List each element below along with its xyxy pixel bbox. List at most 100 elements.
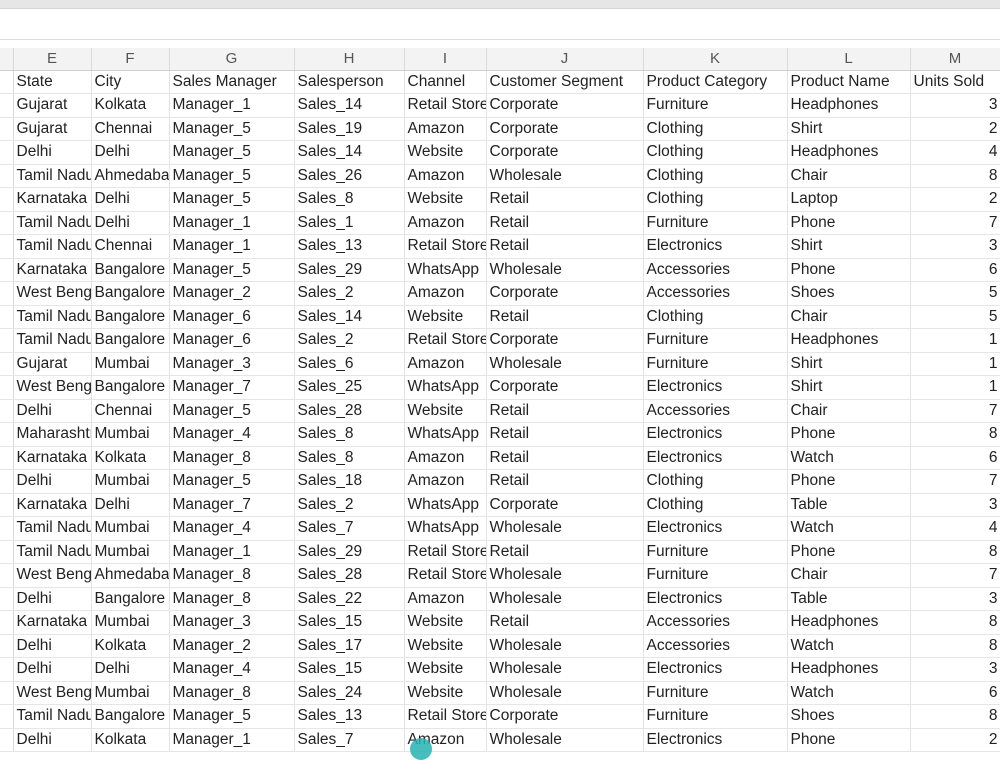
cell[interactable]: Sales_15 (294, 657, 405, 682)
cell[interactable]: Clothing (643, 305, 788, 329)
cell[interactable]: Bangalore (91, 375, 170, 400)
cell[interactable]: Electronics (643, 516, 788, 541)
cell[interactable]: Manager_3 (169, 352, 295, 376)
cell[interactable]: Manager_8 (169, 587, 295, 611)
cell[interactable]: 5 (910, 305, 1000, 329)
cell[interactable]: Mumbai (91, 352, 170, 376)
cell[interactable]: 8 (910, 704, 1000, 729)
cell[interactable]: Sales_28 (294, 399, 405, 423)
cell[interactable]: Karnataka (13, 258, 92, 282)
cell[interactable]: Sales_29 (294, 258, 405, 282)
cell[interactable]: Sales_14 (294, 305, 405, 329)
cell[interactable]: Gujarat (13, 117, 92, 141)
cell[interactable]: 1 (910, 352, 1000, 376)
cell[interactable]: Gujarat (13, 352, 92, 376)
cell[interactable]: Headphones (787, 328, 911, 353)
cell[interactable]: Wholesale (486, 516, 644, 541)
cell[interactable]: Delhi (91, 657, 170, 682)
cell[interactable]: Kolkata (91, 634, 170, 658)
cell[interactable]: Watch (787, 681, 911, 705)
cell[interactable]: Accessories (643, 281, 788, 306)
cell[interactable]: Phone (787, 211, 911, 235)
header-cell[interactable]: Sales Manager (169, 70, 295, 94)
cell[interactable]: Retail (486, 540, 644, 564)
cell[interactable]: Manager_5 (169, 187, 295, 212)
cell[interactable]: Wholesale (486, 728, 644, 752)
cell[interactable]: Furniture (643, 540, 788, 564)
cell[interactable]: Furniture (643, 681, 788, 705)
cell[interactable]: Sales_6 (294, 352, 405, 376)
cell[interactable]: Retail Store (404, 328, 487, 353)
cell[interactable]: Wholesale (486, 634, 644, 658)
cell[interactable]: 1 (910, 328, 1000, 353)
cell[interactable]: Furniture (643, 704, 788, 729)
cell[interactable]: Manager_8 (169, 446, 295, 470)
cell[interactable]: Sales_7 (294, 516, 405, 541)
cell[interactable]: Furniture (643, 93, 788, 118)
cell[interactable]: Amazon (404, 469, 487, 494)
cell[interactable]: Delhi (91, 211, 170, 235)
column-header-g[interactable]: G (169, 48, 295, 71)
cell[interactable]: Sales_13 (294, 704, 405, 729)
cell[interactable]: 7 (910, 211, 1000, 235)
header-cell[interactable]: State (13, 70, 92, 94)
cell[interactable]: Headphones (787, 140, 911, 165)
cell[interactable]: 2 (910, 728, 1000, 752)
cell[interactable]: Phone (787, 469, 911, 494)
cell[interactable]: Manager_1 (169, 540, 295, 564)
cell[interactable]: West Bengal (13, 281, 92, 306)
cell[interactable]: West Bengal (13, 375, 92, 400)
cell[interactable]: Retail (486, 422, 644, 447)
formula-bar[interactable] (0, 9, 1000, 40)
cell[interactable]: Manager_1 (169, 93, 295, 118)
cell[interactable]: Manager_5 (169, 704, 295, 729)
cell[interactable]: Furniture (643, 328, 788, 353)
cell[interactable]: 8 (910, 164, 1000, 188)
cell[interactable]: Tamil Nadu (13, 704, 92, 729)
cell[interactable]: Wholesale (486, 164, 644, 188)
cell[interactable]: 3 (910, 493, 1000, 517)
cell[interactable]: Karnataka (13, 493, 92, 517)
cell[interactable]: Retail Store (404, 234, 487, 259)
cell[interactable]: Mumbai (91, 422, 170, 447)
cell[interactable]: 6 (910, 446, 1000, 470)
cell[interactable]: Kolkata (91, 446, 170, 470)
cell[interactable]: Sales_29 (294, 540, 405, 564)
cell[interactable]: 3 (910, 657, 1000, 682)
cell[interactable]: Furniture (643, 563, 788, 588)
header-cell[interactable]: City (91, 70, 170, 94)
cell[interactable]: Manager_1 (169, 728, 295, 752)
cell[interactable]: Accessories (643, 634, 788, 658)
cell[interactable]: Sales_2 (294, 281, 405, 306)
cell[interactable]: Retail Store (404, 93, 487, 118)
cell[interactable]: Retail Store (404, 540, 487, 564)
cell[interactable]: Tamil Nadu (13, 164, 92, 188)
cell[interactable]: 3 (910, 234, 1000, 259)
cell[interactable]: Electronics (643, 234, 788, 259)
cell[interactable]: Ahmedabad (91, 164, 170, 188)
cell[interactable]: Manager_1 (169, 234, 295, 259)
cell[interactable]: Electronics (643, 657, 788, 682)
cell[interactable]: Headphones (787, 657, 911, 682)
cell[interactable]: Retail (486, 211, 644, 235)
cell[interactable]: Chair (787, 399, 911, 423)
cell[interactable]: Amazon (404, 352, 487, 376)
cell[interactable]: Shirt (787, 375, 911, 400)
cell[interactable]: Furniture (643, 211, 788, 235)
cell[interactable]: Manager_5 (169, 469, 295, 494)
cell[interactable]: Wholesale (486, 352, 644, 376)
cell[interactable]: West Bengal (13, 681, 92, 705)
cell[interactable]: Clothing (643, 493, 788, 517)
cell[interactable]: Manager_6 (169, 328, 295, 353)
cell[interactable]: Website (404, 681, 487, 705)
header-cell[interactable]: Product Category (643, 70, 788, 94)
cell[interactable]: Sales_28 (294, 563, 405, 588)
cell[interactable]: 2 (910, 187, 1000, 212)
cell[interactable]: Headphones (787, 610, 911, 635)
cell[interactable]: Phone (787, 422, 911, 447)
cell[interactable]: Clothing (643, 187, 788, 212)
cell[interactable]: Delhi (91, 187, 170, 212)
cell[interactable]: Sales_15 (294, 610, 405, 635)
cell[interactable]: WhatsApp (404, 516, 487, 541)
cell[interactable]: Corporate (486, 375, 644, 400)
